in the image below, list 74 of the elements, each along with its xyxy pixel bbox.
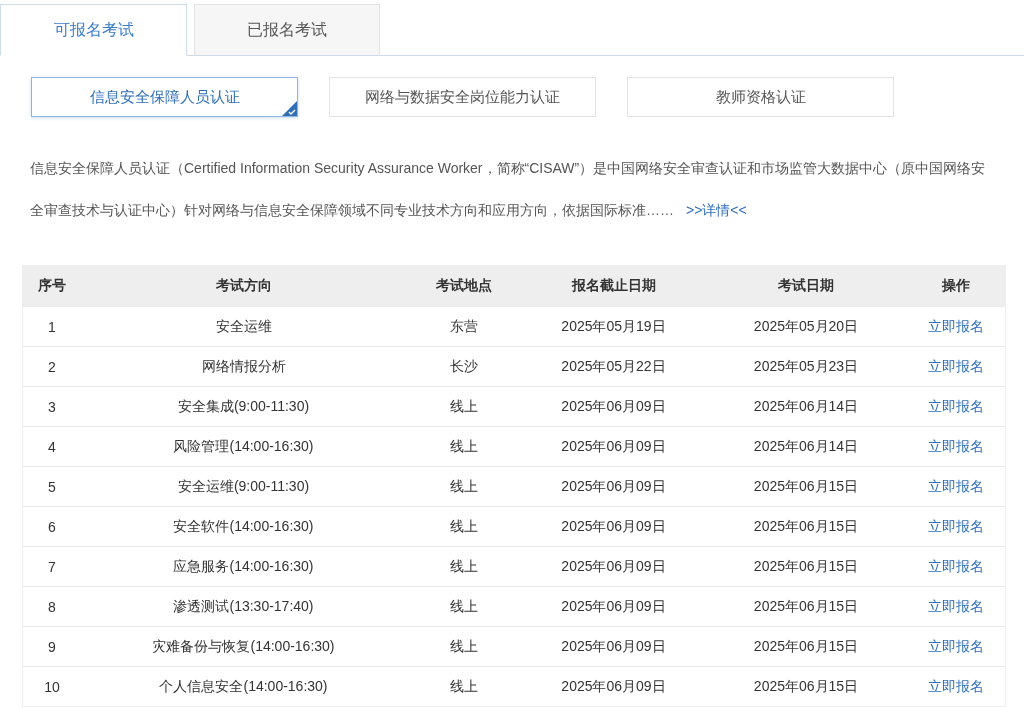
table-cell-text: 灾难备份与恢复(14:00-16:30) <box>151 636 336 656</box>
table-cell-text: 2025年06月09日 <box>560 436 667 456</box>
table-cell-text: 2025年06月09日 <box>560 476 667 496</box>
table-cell-text: 安全软件(14:00-16:30) <box>172 516 315 536</box>
tab[interactable]: 已报名考试 <box>194 4 380 56</box>
table-cell-text: 东营 <box>448 316 479 336</box>
details-link[interactable]: >>详情<< <box>686 202 747 218</box>
table-cell-text: 2025年06月14日 <box>752 436 860 456</box>
table-cell-text: 10 <box>43 677 61 697</box>
table-cell-text: 安全运维 <box>214 316 273 336</box>
category-button[interactable]: 网络与数据安全岗位能力认证 <box>329 77 596 117</box>
register-link[interactable]: 立即报名 <box>927 557 984 576</box>
table-cell-text: 线上 <box>448 676 479 696</box>
table-cell-text: 2025年06月15日 <box>752 556 860 576</box>
register-link[interactable]: 立即报名 <box>927 437 984 456</box>
table-cell-text: 5 <box>47 477 57 497</box>
table-cell-text: 线上 <box>448 516 479 536</box>
description-text: 信息安全保障人员认证（Certified Information Security Assurance Worker，简称“CISAW”）是中国网络安全审查认证和市场监管大数据中心（原中国网络安全审查技术与认证中心）针对网络与信息安全保障领域不同专业技术方向和应用方向，依据国际标准…… >>详情<< <box>30 159 987 220</box>
table-cell-text: 8 <box>47 597 57 617</box>
table-cell-text: 线上 <box>448 636 479 656</box>
table-cell-text: 2025年06月09日 <box>560 516 667 536</box>
table-cell-text: 2 <box>47 357 57 377</box>
table-cell-text: 2025年06月09日 <box>560 636 667 656</box>
register-link[interactable]: 立即报名 <box>927 597 984 616</box>
table-cell-text: 2025年06月09日 <box>560 676 667 696</box>
table-cell-text: 2025年06月09日 <box>560 556 667 576</box>
table-cell-text: 4 <box>47 437 57 457</box>
column-header: 考试方向 <box>214 276 273 295</box>
table-cell-text: 2025年06月09日 <box>560 396 667 416</box>
table-cell-text: 2025年05月19日 <box>560 316 667 336</box>
table-cell-text: 9 <box>47 637 57 657</box>
table-cell-text: 2025年05月20日 <box>752 316 860 336</box>
register-link[interactable]: 立即报名 <box>927 317 984 336</box>
register-link[interactable]: 立即报名 <box>927 477 984 496</box>
category-button[interactable]: 信息安全保障人员认证 <box>31 77 298 117</box>
table-cell-text: 2025年06月14日 <box>752 396 860 416</box>
table-cell-text: 2025年06月15日 <box>752 516 860 536</box>
register-link[interactable]: 立即报名 <box>927 397 984 416</box>
table-cell-text: 应急服务(14:00-16:30) <box>172 556 315 576</box>
register-link[interactable]: 立即报名 <box>927 677 984 696</box>
table-cell-text: 线上 <box>448 396 479 416</box>
table-cell-text: 6 <box>47 517 57 537</box>
column-header: 操作 <box>940 276 971 295</box>
table-cell-text: 线上 <box>448 596 479 616</box>
table-cell-text: 7 <box>47 557 57 577</box>
table-cell-text: 风险管理(14:00-16:30) <box>172 436 315 456</box>
table-cell-text: 安全运维(9:00-11:30) <box>176 476 311 496</box>
register-link[interactable]: 立即报名 <box>927 637 984 656</box>
table-cell-text: 2025年06月15日 <box>752 596 860 616</box>
column-header: 序号 <box>37 276 67 295</box>
table-cell-text: 2025年05月23日 <box>752 356 860 376</box>
category-button[interactable]: 教师资格认证 <box>627 77 894 117</box>
table-cell-text: 线上 <box>448 436 479 456</box>
table-cell-text: 2025年06月09日 <box>560 596 667 616</box>
column-header: 报名截止日期 <box>570 276 657 295</box>
table-cell-text: 3 <box>47 397 57 417</box>
table-cell-text: 网络情报分析 <box>200 356 287 376</box>
table-cell-text: 安全集成(9:00-11:30) <box>176 396 311 416</box>
table-cell-text: 渗透测试(13:30-17:40) <box>172 596 315 616</box>
table-cell-text: 个人信息安全(14:00-16:30) <box>158 676 329 696</box>
table-cell-text: 1 <box>47 317 57 337</box>
table-cell-text: 2025年06月15日 <box>752 636 860 656</box>
check-corner-icon <box>282 101 297 116</box>
column-header: 考试地点 <box>434 276 493 295</box>
table-cell-text: 长沙 <box>448 356 479 376</box>
register-link[interactable]: 立即报名 <box>927 357 984 376</box>
table-cell-text: 2025年05月22日 <box>560 356 667 376</box>
tab[interactable]: 可报名考试 <box>0 4 187 56</box>
table-cell-text: 线上 <box>448 476 479 496</box>
register-link[interactable]: 立即报名 <box>927 517 984 536</box>
table-cell-text: 2025年06月15日 <box>752 476 860 496</box>
column-header: 考试日期 <box>777 276 835 295</box>
table-cell-text: 线上 <box>448 556 479 576</box>
table-cell-text: 2025年06月15日 <box>752 676 860 696</box>
